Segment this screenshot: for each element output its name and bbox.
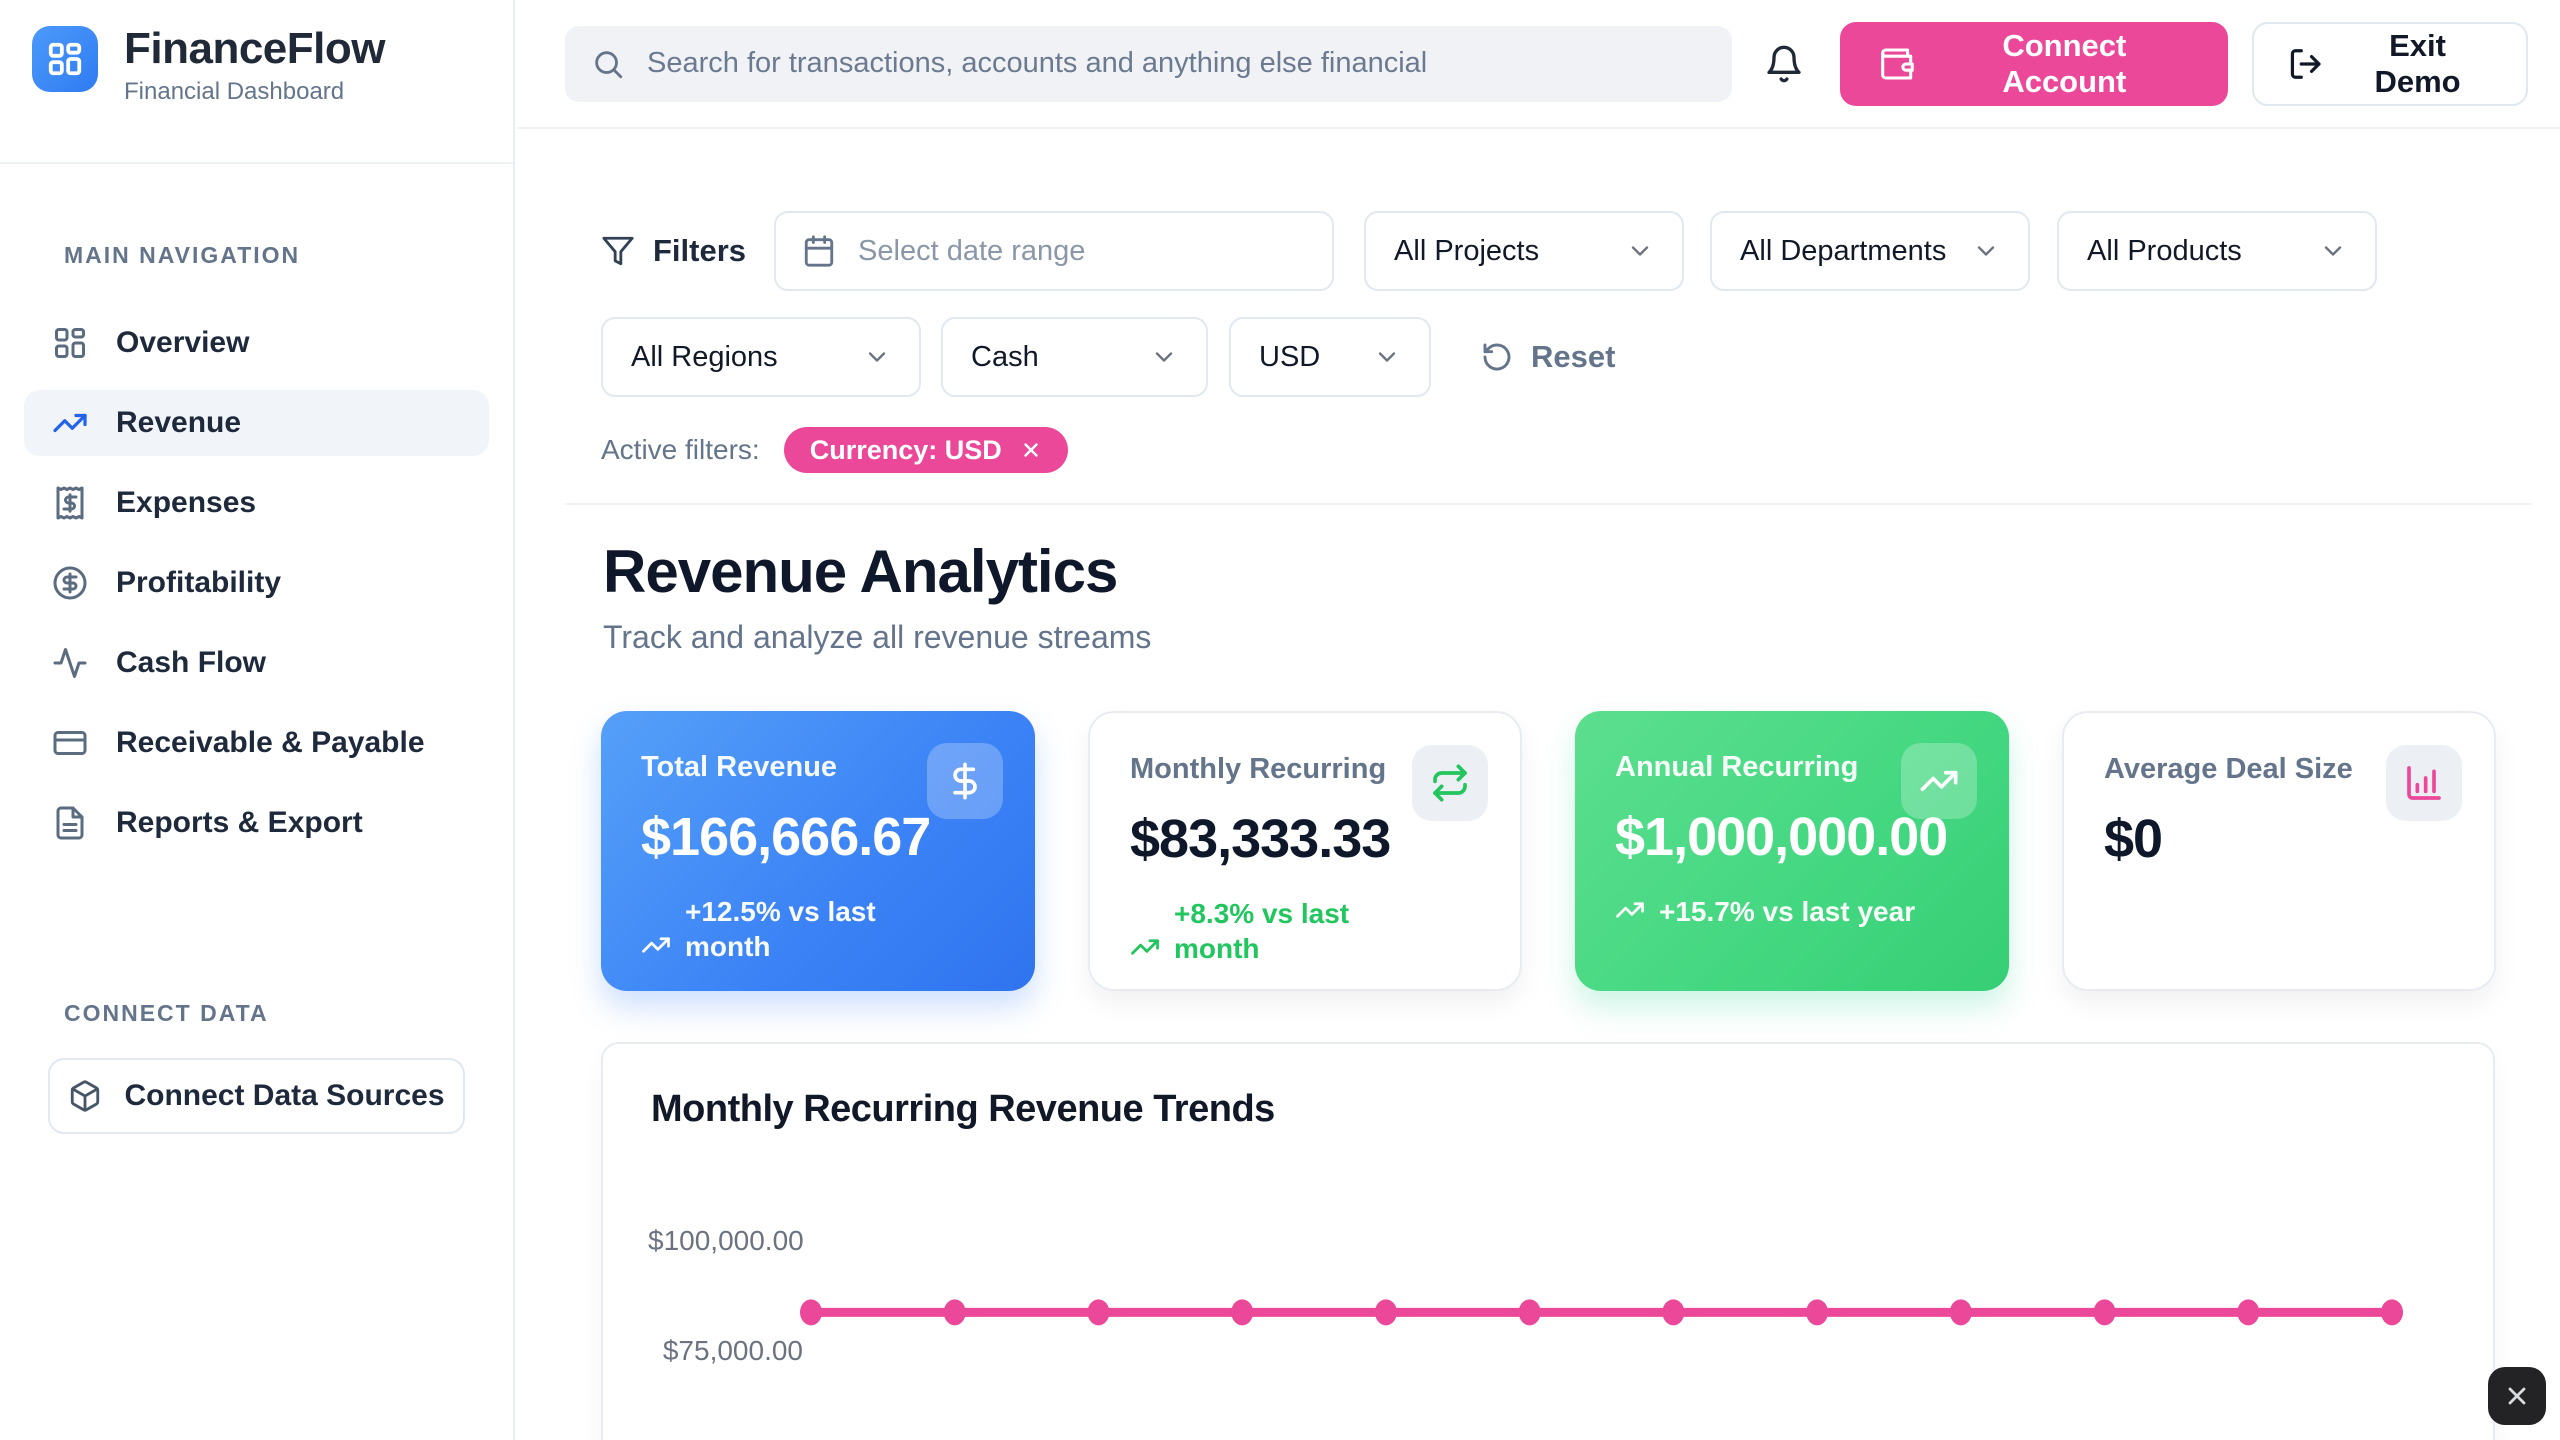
close-button[interactable] <box>2488 1367 2546 1425</box>
sidebar-item-cash-flow[interactable]: Cash Flow <box>24 630 489 696</box>
notifications-button[interactable] <box>1756 36 1811 92</box>
repeat-icon <box>1430 763 1470 803</box>
brand: FinanceFlow Financial Dashboard <box>32 26 385 106</box>
chevron-down-icon <box>1150 343 1178 371</box>
exit-demo-button[interactable]: Exit Demo <box>2252 22 2528 106</box>
sidebar-item-label: Receivable & Payable <box>116 726 425 760</box>
connect-data-sources-button[interactable]: Connect Data Sources <box>48 1058 465 1134</box>
filter-icon <box>601 234 635 268</box>
stat-card-monthly-recurring: Monthly Recurring $83,333.33 +8.3% vs la… <box>1088 711 1522 991</box>
close-icon <box>2503 1382 2531 1410</box>
line-chart-plot <box>603 1044 2495 1440</box>
chevron-down-icon <box>1626 237 1654 265</box>
rotate-ccw-icon <box>1481 341 1513 373</box>
wallet-icon <box>1878 45 1915 83</box>
chevron-down-icon <box>1972 237 2000 265</box>
sidebar: FinanceFlow Financial Dashboard MAIN NAV… <box>0 0 515 1440</box>
app-title: FinanceFlow <box>124 26 385 72</box>
active-filters-row: Active filters: Currency: USD <box>601 427 1068 473</box>
stat-delta: +8.3% vs last month <box>1130 896 1480 966</box>
active-filters-label: Active filters: <box>601 434 760 466</box>
dollar-icon <box>945 761 985 801</box>
bar-chart-icon <box>2404 763 2444 803</box>
close-icon[interactable] <box>1020 439 1042 461</box>
stat-icon-tile <box>927 743 1003 819</box>
trending-up-icon <box>1919 761 1959 801</box>
main-navigation-label: MAIN NAVIGATION <box>64 242 300 269</box>
stat-card-total-revenue: Total Revenue $166,666.67 +12.5% vs last… <box>601 711 1035 991</box>
sidebar-item-revenue[interactable]: Revenue <box>24 390 489 456</box>
global-search <box>565 26 1732 102</box>
stat-delta: +15.7% vs last year <box>1615 894 1969 929</box>
sidebar-item-receivable-payable[interactable]: Receivable & Payable <box>24 710 489 776</box>
section-divider <box>565 503 2532 505</box>
stat-icon-tile <box>1412 745 1488 821</box>
chevron-down-icon <box>1373 343 1401 371</box>
layout-grid-icon <box>46 40 84 78</box>
receipt-icon <box>52 485 88 521</box>
sidebar-item-label: Revenue <box>116 406 241 440</box>
trending-up-icon <box>52 405 88 441</box>
page-subtitle: Track and analyze all revenue streams <box>603 619 1151 656</box>
date-range-input[interactable] <box>858 235 1306 268</box>
page-title: Revenue Analytics <box>603 537 1117 606</box>
trending-up-icon <box>1615 895 1645 925</box>
trending-up-icon <box>641 930 671 960</box>
date-range-field[interactable] <box>774 211 1334 291</box>
chevron-down-icon <box>863 343 891 371</box>
sidebar-item-label: Overview <box>116 326 249 360</box>
filters-row-2: All Regions Cash USD Reset <box>601 317 1615 397</box>
calendar-icon <box>802 234 836 268</box>
stat-card-annual-recurring: Annual Recurring $1,000,000.00 +15.7% vs… <box>1575 711 2009 991</box>
layout-grid-icon <box>52 325 88 361</box>
sidebar-item-label: Profitability <box>116 566 281 600</box>
activity-icon <box>52 645 88 681</box>
currency-filter-chip[interactable]: Currency: USD <box>784 427 1068 473</box>
products-select[interactable]: All Products <box>2057 211 2377 291</box>
sidebar-item-reports-export[interactable]: Reports & Export <box>24 790 489 856</box>
sidebar-item-label: Cash Flow <box>116 646 266 680</box>
stat-icon-tile <box>1901 743 1977 819</box>
connect-account-button[interactable]: Connect Account <box>1840 22 2228 106</box>
app-subtitle: Financial Dashboard <box>124 78 385 106</box>
search-input[interactable] <box>647 47 1706 80</box>
stat-cards: Total Revenue $166,666.67 +12.5% vs last… <box>601 711 2496 991</box>
app-logo <box>32 26 98 92</box>
main-navigation: Overview Revenue Expenses Profitability … <box>24 310 489 856</box>
filters-heading: Filters <box>601 233 746 269</box>
stat-delta: +12.5% vs last month <box>641 894 995 964</box>
sidebar-divider <box>0 162 513 164</box>
connect-data-label: CONNECT DATA <box>64 1000 269 1027</box>
sidebar-item-label: Reports & Export <box>116 806 363 840</box>
bell-icon <box>1764 44 1804 84</box>
file-text-icon <box>52 805 88 841</box>
trending-up-icon <box>1130 932 1160 962</box>
departments-select[interactable]: All Departments <box>1710 211 2030 291</box>
sidebar-item-label: Expenses <box>116 486 256 520</box>
credit-card-icon <box>52 725 88 761</box>
main-content: Filters All Projects All Departments All… <box>517 131 2560 1440</box>
filters-row-1: Filters All Projects All Departments All… <box>601 211 2377 291</box>
regions-select[interactable]: All Regions <box>601 317 921 397</box>
stat-card-average-deal-size: Average Deal Size $0 <box>2062 711 2496 991</box>
currency-select[interactable]: USD <box>1229 317 1431 397</box>
package-icon <box>68 1079 102 1113</box>
top-bar: Connect Account Exit Demo <box>517 0 2560 129</box>
sidebar-item-overview[interactable]: Overview <box>24 310 489 376</box>
dollar-circle-icon <box>52 565 88 601</box>
sidebar-item-expenses[interactable]: Expenses <box>24 470 489 536</box>
projects-select[interactable]: All Projects <box>1364 211 1684 291</box>
accounting-basis-select[interactable]: Cash <box>941 317 1208 397</box>
chevron-down-icon <box>2319 237 2347 265</box>
log-out-icon <box>2288 46 2323 82</box>
stat-icon-tile <box>2386 745 2462 821</box>
reset-filters-button[interactable]: Reset <box>1481 339 1615 375</box>
search-icon <box>591 47 625 81</box>
sidebar-item-profitability[interactable]: Profitability <box>24 550 489 616</box>
mrr-line-chart: Monthly Recurring Revenue Trends $100,00… <box>601 1042 2495 1440</box>
